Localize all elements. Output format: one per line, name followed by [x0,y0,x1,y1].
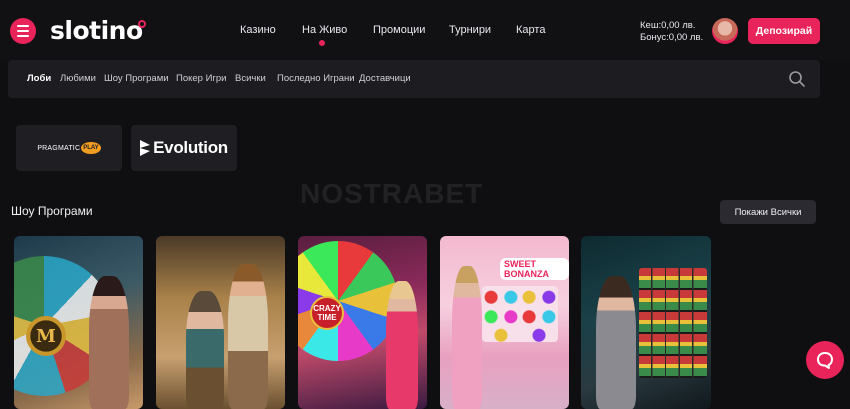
nav-live[interactable]: На Живо [302,24,347,36]
sweet-bonanza-logo: SWEET BONANZA [500,258,569,280]
live-chat-button[interactable] [806,341,844,379]
user-avatar[interactable] [712,18,738,44]
chat-icon [817,352,833,369]
show-all-button[interactable]: Покажи Всички [720,200,816,224]
nav-card[interactable]: Карта [516,24,545,36]
category-subnav: Лоби Любими Шоу Програми Покер Игри Всич… [8,60,820,98]
game-tile-gonzo[interactable] [156,236,285,409]
game-tile-monopoly[interactable]: M [14,236,143,409]
provider-pragmatic-play[interactable]: PRAGMATIC PLAY [16,125,122,171]
watermark: NOSTRABET [300,178,484,209]
dealer-figure [596,276,636,409]
evolution-logo: Evolution [153,138,228,157]
nav-tournaments[interactable]: Турнири [449,24,491,36]
subnav-favorites[interactable]: Любими [60,73,96,84]
wheel-graphic [298,241,398,361]
dealer-figure [452,266,482,409]
active-nav-indicator [319,40,325,46]
section-title: Шоу Програми [11,204,93,218]
evolution-logo-icon [140,140,151,156]
dealer-figure [386,281,418,409]
dealer-figure [228,264,268,409]
game-tile-sweet-bonanza[interactable]: SWEET BONANZA [440,236,569,409]
cash-balance: Кеш:0,00 лв. [640,20,696,31]
pragmatic-play-badge: PLAY [81,142,101,154]
dealer-figure [89,276,129,409]
game-tile-live-slot[interactable] [581,236,711,409]
pragmatic-play-logo: PRAGMATIC [37,144,81,152]
subnav-all[interactable]: Всички [235,73,266,84]
character-figure [186,291,224,409]
monopoly-logo: M [26,316,66,356]
search-icon[interactable] [788,70,806,88]
subnav-game-shows[interactable]: Шоу Програми [104,73,169,84]
balance-panel: Кеш:0,00 лв. Бонус:0,00 лв. [640,20,703,44]
game-tile-crazy-time[interactable]: CRAZY TIME [298,236,427,409]
bonus-balance: Бонус:0,00 лв. [640,32,704,43]
nav-casino[interactable]: Казино [240,24,276,36]
crazy-time-logo: CRAZY TIME [310,296,344,330]
subnav-providers[interactable]: Доставчици [359,73,411,84]
subnav-recently-played[interactable]: Последно Играни [277,73,355,84]
candy-slot-grid [482,286,558,342]
deposit-button[interactable]: Депозирай [748,18,820,44]
subnav-poker-games[interactable]: Покер Игри [176,73,226,84]
top-header: slotino Казино На Живо Промоции Турнири … [0,0,850,60]
slot-screen [639,268,707,378]
subnav-lobby[interactable]: Лоби [27,73,51,84]
nav-promotions[interactable]: Промоции [373,24,425,36]
provider-evolution[interactable]: Evolution [131,125,237,171]
